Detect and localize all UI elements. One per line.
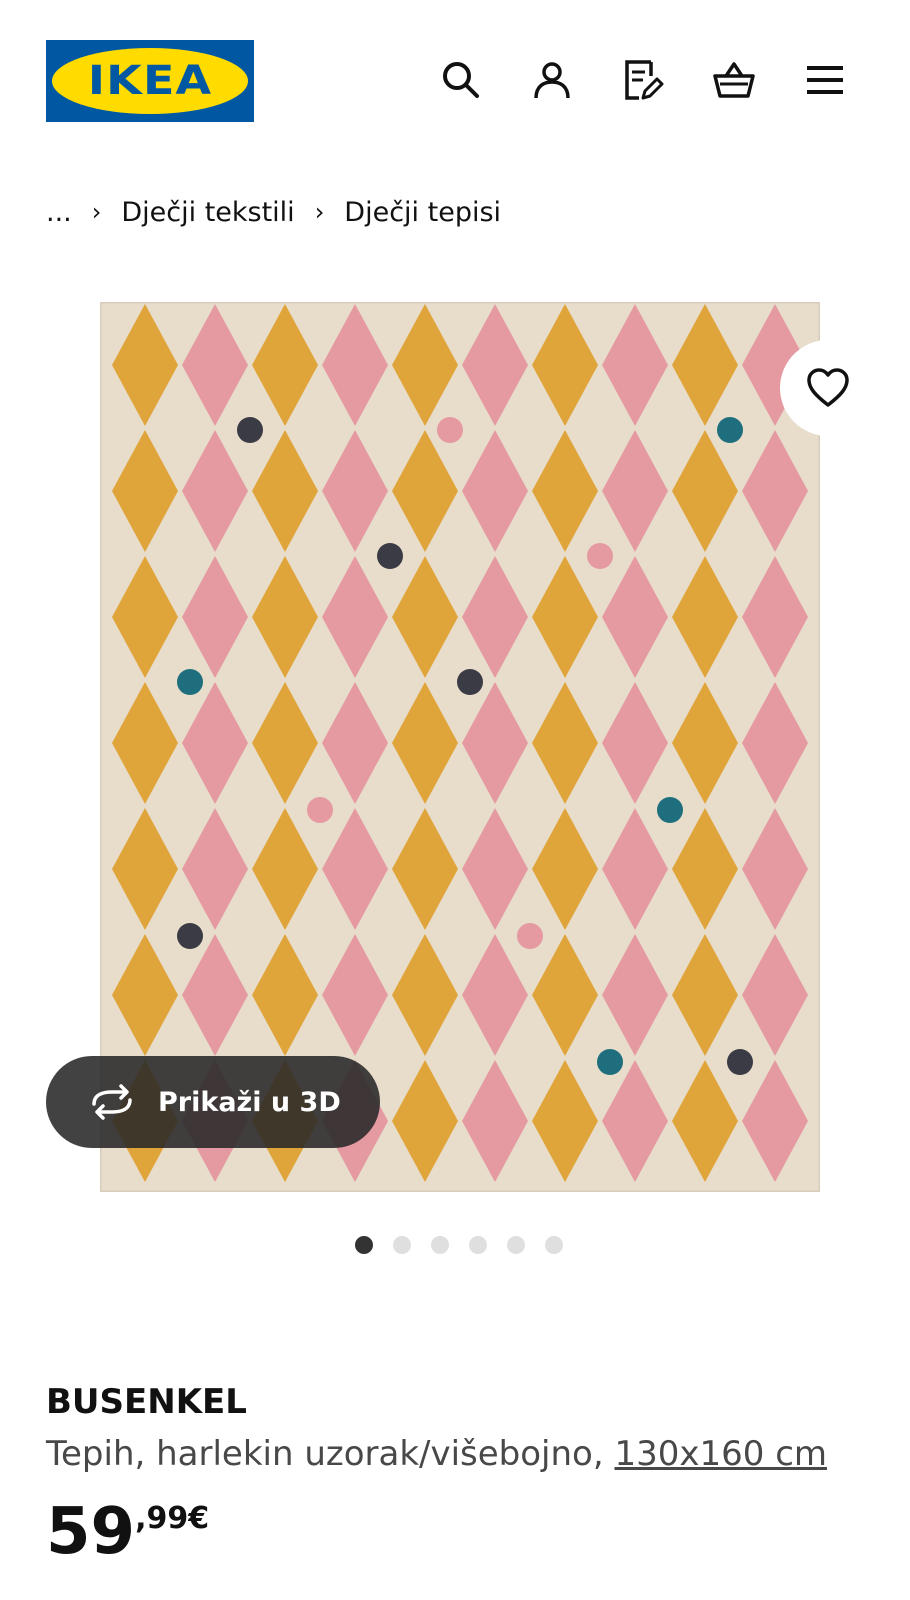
pagination-dot[interactable] xyxy=(545,1236,563,1254)
chevron-right-icon: › xyxy=(91,198,102,226)
account-button[interactable] xyxy=(524,52,580,108)
menu-button[interactable] xyxy=(797,52,853,108)
rotate-3d-icon xyxy=(92,1084,132,1120)
rug-dot xyxy=(727,1049,753,1075)
product-description: Tepih, harlekin uzorak/višebojno, 130x16… xyxy=(46,1434,827,1474)
chevron-right-icon: › xyxy=(314,198,325,226)
product-name: BUSENKEL xyxy=(46,1382,247,1422)
search-icon xyxy=(443,62,479,98)
rug-dot xyxy=(237,417,263,443)
rug-dot xyxy=(587,543,613,569)
rug-dot xyxy=(717,417,743,443)
logo-text: IKEA xyxy=(87,58,213,104)
menu-icon xyxy=(807,66,843,94)
price-decimal: ,99€ xyxy=(135,1501,210,1536)
rug-dot xyxy=(377,543,403,569)
shopping-list-icon xyxy=(625,60,664,100)
basket-button[interactable] xyxy=(706,52,762,108)
search-button[interactable] xyxy=(433,52,489,108)
ikea-logo[interactable]: IKEA xyxy=(46,40,254,122)
pagination-dot[interactable] xyxy=(431,1236,449,1254)
heart-icon xyxy=(807,368,849,407)
breadcrumb-ellipsis[interactable]: ... xyxy=(46,197,72,228)
rug-dot xyxy=(307,797,333,823)
product-size-link[interactable]: 130x160 cm xyxy=(614,1434,827,1474)
rug-dot xyxy=(177,923,203,949)
product-price: 59 ,99€ xyxy=(46,1500,209,1564)
view-3d-button[interactable]: Prikaži u 3D xyxy=(46,1056,380,1148)
shopping-list-button[interactable] xyxy=(615,52,671,108)
pagination-dot[interactable] xyxy=(469,1236,487,1254)
breadcrumb: ... › Dječji tekstili › Dječji tepisi xyxy=(46,192,501,232)
product-type: Tepih, harlekin uzorak/višebojno, xyxy=(46,1434,604,1474)
pagination-dot[interactable] xyxy=(393,1236,411,1254)
rug-dot xyxy=(177,669,203,695)
rug-dot xyxy=(457,669,483,695)
price-integer: 59 xyxy=(46,1495,136,1569)
rug-dot xyxy=(657,797,683,823)
basket-icon xyxy=(713,62,755,98)
logo-oval: IKEA xyxy=(52,48,248,114)
header: IKEA xyxy=(0,0,910,160)
rug-dot xyxy=(517,923,543,949)
user-icon xyxy=(534,62,570,99)
pagination-dot[interactable] xyxy=(355,1236,373,1254)
gallery-pagination xyxy=(355,1236,583,1254)
rug-dot xyxy=(437,417,463,443)
breadcrumb-item-childrens-rugs[interactable]: Dječji tepisi xyxy=(344,197,501,228)
view-3d-label: Prikaži u 3D xyxy=(158,1086,341,1118)
breadcrumb-item-childrens-textiles[interactable]: Dječji tekstili xyxy=(121,197,294,228)
rug-dot xyxy=(597,1049,623,1075)
pagination-dot[interactable] xyxy=(507,1236,525,1254)
favourite-button[interactable] xyxy=(780,340,876,436)
